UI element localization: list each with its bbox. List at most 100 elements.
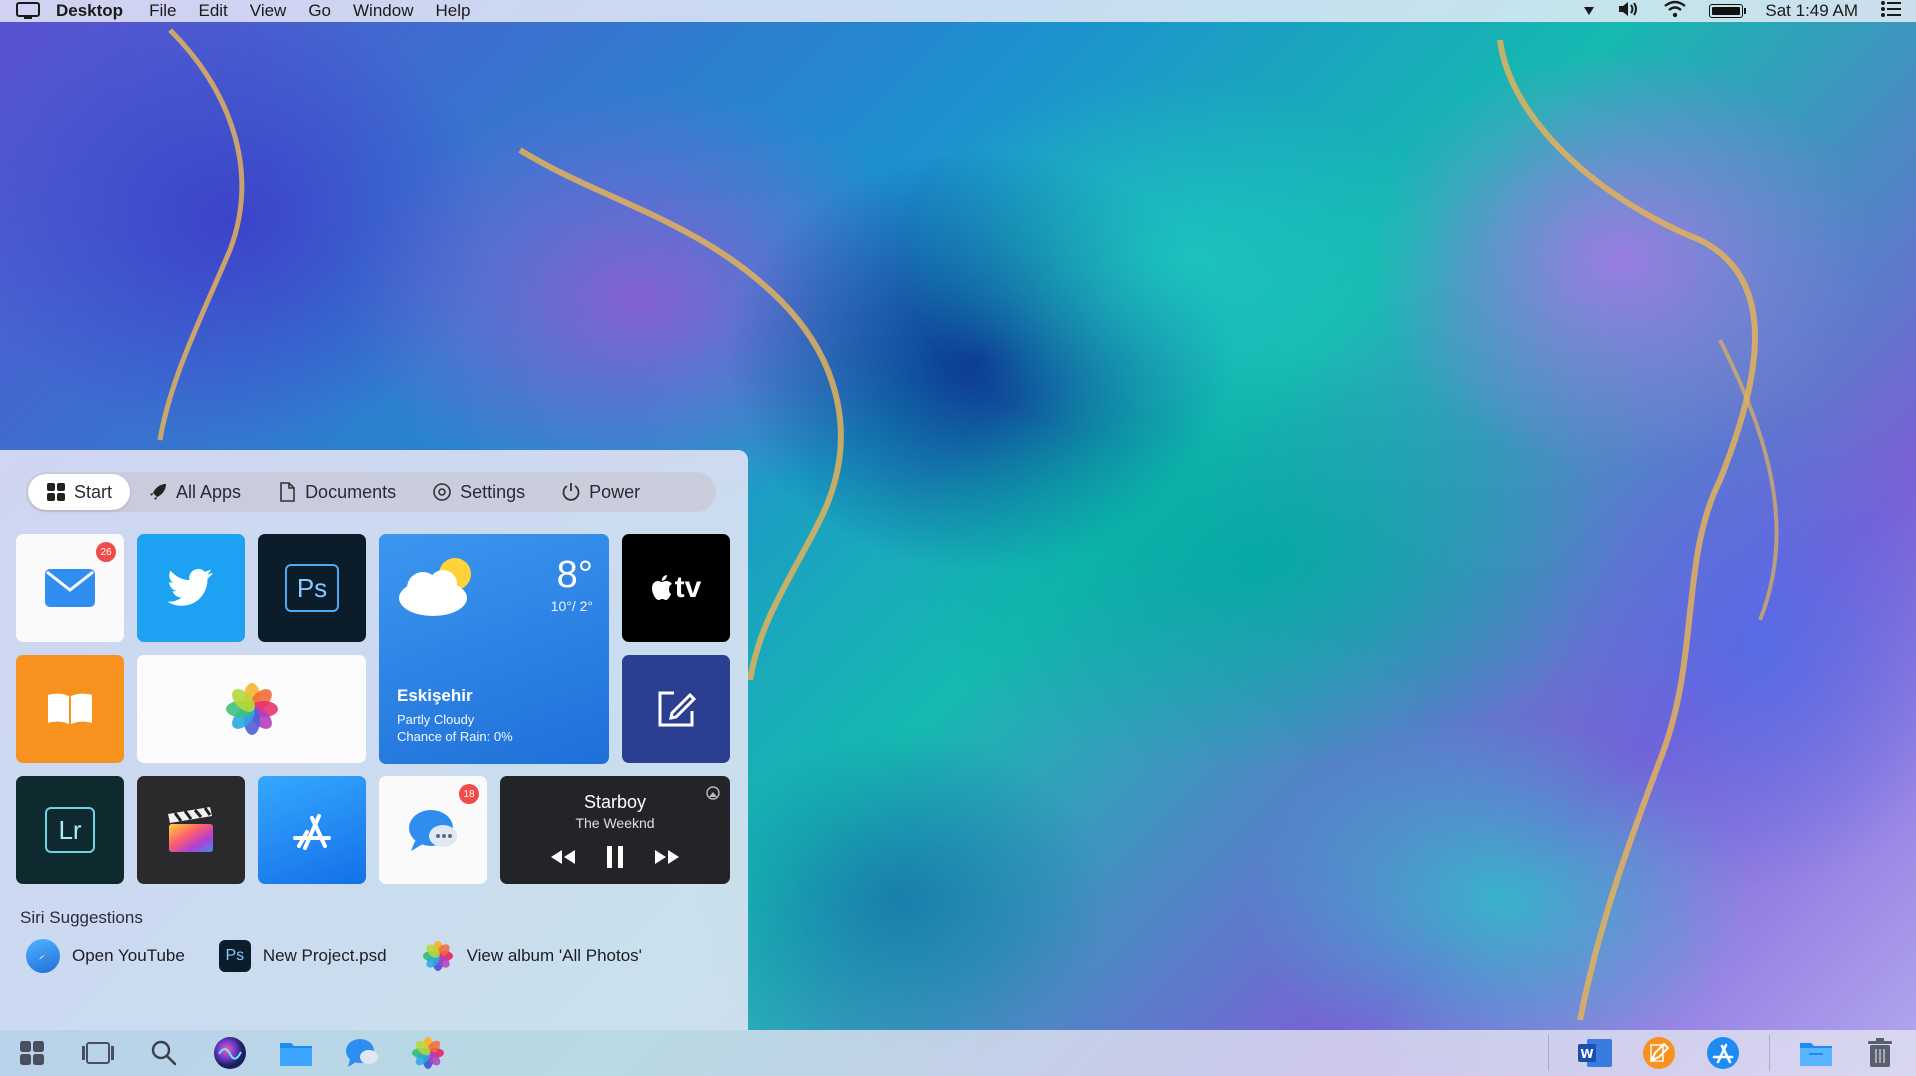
menu-list-icon[interactable] <box>1880 0 1902 23</box>
messages-icon[interactable] <box>344 1035 380 1071</box>
menu-window[interactable]: Window <box>353 1 413 21</box>
weather-temperature: 8° <box>556 554 593 596</box>
finder-icon[interactable] <box>16 1 42 21</box>
siri-suggestion-label: New Project.psd <box>262 946 387 965</box>
menu-edit[interactable]: Edit <box>198 1 227 21</box>
tab-all-apps[interactable]: All Apps <box>130 474 259 510</box>
document-icon <box>280 482 295 502</box>
start-icon[interactable] <box>14 1035 50 1071</box>
app-name[interactable]: Desktop <box>56 1 123 21</box>
photoshop-glyph: Ps <box>296 572 328 603</box>
twitter-icon <box>168 569 213 606</box>
tile-messages[interactable]: 18 <box>379 776 487 884</box>
app-store-icon <box>293 814 331 850</box>
tab-start[interactable]: Start <box>28 474 131 510</box>
siri-suggestion-new-project[interactable]: Ps New Project.psd <box>218 938 387 974</box>
menu-go[interactable]: Go <box>308 1 331 21</box>
tile-weather[interactable]: 8° 10°/ 2° Eskişehir Partly Cloudy Chanc… <box>379 534 609 764</box>
battery-icon[interactable] <box>1709 4 1747 18</box>
gear-icon <box>433 483 451 501</box>
tile-twitter[interactable] <box>137 534 245 642</box>
tab-label: All Apps <box>176 481 242 502</box>
tab-label: Documents <box>305 481 397 502</box>
mail-icon <box>45 569 95 607</box>
app-store-icon[interactable] <box>1705 1035 1741 1071</box>
tab-documents[interactable]: Documents <box>259 474 414 510</box>
tile-books[interactable] <box>16 655 124 763</box>
pages-icon[interactable] <box>1641 1035 1677 1071</box>
song-title: Starboy <box>583 792 647 812</box>
weather-rain-chance: Chance of Rain: 0% <box>397 729 513 744</box>
menu-file[interactable]: File <box>149 1 176 21</box>
menu-view[interactable]: View <box>250 1 287 21</box>
siri-suggestions-title: Siri Suggestions <box>20 908 143 927</box>
clock[interactable]: Sat 1:49 AM <box>1765 1 1858 21</box>
tile-app-store[interactable] <box>258 776 366 884</box>
trash-icon[interactable] <box>1862 1035 1898 1071</box>
volume-icon[interactable] <box>1617 0 1641 23</box>
tab-label: Power <box>589 481 641 502</box>
chat-bubble-icon <box>409 810 457 851</box>
book-icon <box>48 693 92 725</box>
taskbar-separator <box>1548 1035 1549 1071</box>
tile-apple-tv[interactable]: tv <box>622 534 730 642</box>
apple-logo-icon <box>651 575 672 600</box>
taskbar-separator <box>1769 1035 1770 1071</box>
rewind-icon[interactable] <box>550 849 576 870</box>
power-icon <box>562 483 580 501</box>
wifi-icon[interactable] <box>1663 0 1687 23</box>
weather-city: Eskişehir <box>397 686 473 705</box>
files-icon[interactable] <box>278 1035 314 1071</box>
taskbar: W <box>0 1030 1916 1076</box>
menu-bar: Desktop File Edit View Go Window Help Sa… <box>0 0 1916 22</box>
lightroom-icon: Lr <box>45 807 95 853</box>
weather-condition: Partly Cloudy <box>397 712 475 727</box>
tile-photoshop[interactable]: Ps <box>258 534 366 642</box>
search-icon[interactable] <box>146 1035 182 1071</box>
safari-icon <box>26 939 60 973</box>
pause-icon[interactable] <box>606 845 624 874</box>
dropdown-icon[interactable] <box>1583 1 1595 21</box>
rocket-icon <box>150 484 167 500</box>
start-tab-bar: Start All Apps Documents Settings Power <box>26 472 716 512</box>
apple-tv-glyph: tv <box>674 571 702 604</box>
siri-icon[interactable] <box>212 1035 248 1071</box>
tab-label: Settings <box>460 481 526 502</box>
tile-photos[interactable] <box>137 655 366 763</box>
weather-range: 10°/ 2° <box>550 598 593 614</box>
tile-final-cut[interactable] <box>137 776 245 884</box>
photoshop-icon: Ps <box>285 564 339 612</box>
photos-icon[interactable] <box>410 1035 446 1071</box>
tab-power[interactable]: Power <box>543 474 658 510</box>
tile-lightroom[interactable]: Lr <box>16 776 124 884</box>
fast-forward-icon[interactable] <box>654 849 680 870</box>
photos-icon <box>421 939 455 973</box>
menu-help[interactable]: Help <box>435 1 470 21</box>
siri-suggestion-open-youtube[interactable]: Open YouTube <box>26 938 185 974</box>
lightroom-glyph: Lr <box>58 814 82 845</box>
music-controls <box>550 845 680 874</box>
word-icon[interactable]: W <box>1577 1035 1613 1071</box>
airplay-icon[interactable] <box>706 786 720 800</box>
siri-suggestion-view-album[interactable]: View album 'All Photos' <box>421 938 642 974</box>
clapperboard-icon <box>168 807 213 852</box>
folder-icon[interactable] <box>1798 1035 1834 1071</box>
partly-cloudy-icon <box>399 558 471 616</box>
tile-mail[interactable]: 26 <box>16 534 124 642</box>
task-view-icon[interactable] <box>80 1035 116 1071</box>
photoshop-icon: Ps <box>218 940 251 972</box>
tile-compose[interactable] <box>622 655 730 763</box>
tab-settings[interactable]: Settings <box>414 474 543 510</box>
compose-icon <box>658 691 697 727</box>
song-artist: The Weeknd <box>575 815 655 831</box>
photos-flower-icon <box>225 683 278 735</box>
tile-music-player[interactable]: Starboy The Weeknd <box>500 776 730 884</box>
tab-label: Start <box>74 481 113 502</box>
siri-suggestion-label: Open YouTube <box>72 946 185 965</box>
siri-suggestion-label: View album 'All Photos' <box>466 946 642 965</box>
siri-suggestions-list: Open YouTube Ps New Project.psd View alb… <box>26 938 642 974</box>
messages-badge: 18 <box>459 784 479 804</box>
windows-grid-icon <box>47 483 65 501</box>
start-menu-panel: Start All Apps Documents Settings Power … <box>0 450 748 1030</box>
svg-text:W: W <box>1580 1047 1593 1061</box>
